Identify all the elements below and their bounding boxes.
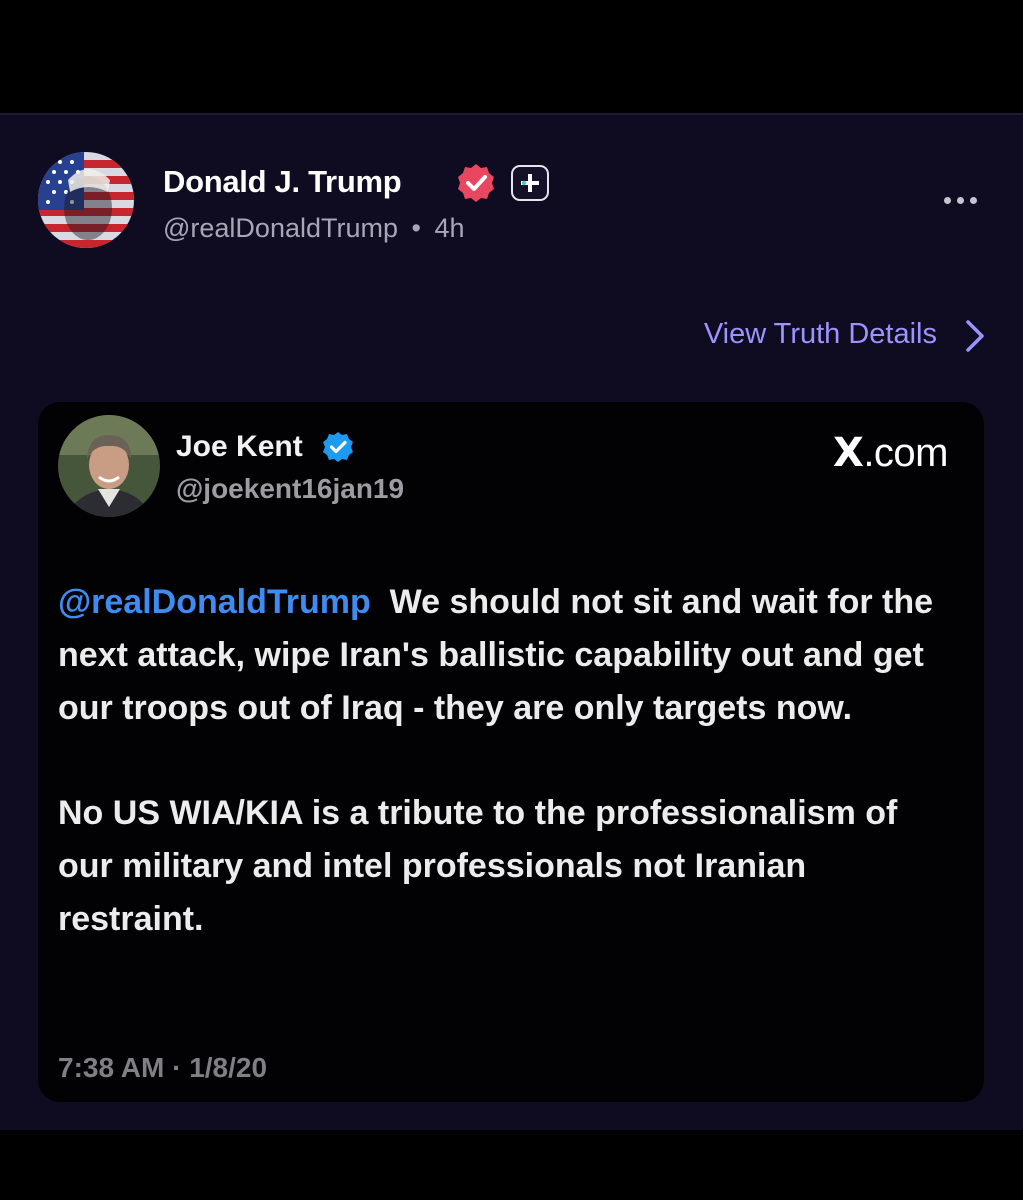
view-details-label: View Truth Details <box>703 318 937 350</box>
bottom-bar <box>0 1130 1023 1200</box>
more-dot-icon <box>970 197 977 204</box>
portrait-photo-icon <box>58 415 160 517</box>
embedded-x-post[interactable]: Joe Kent @joekent16jan19 X.com @realDona… <box>38 402 984 1102</box>
author-handle-line: @realDonaldTrump • 4h <box>163 213 465 244</box>
x-com-source-logo: X.com <box>832 430 949 476</box>
embed-paragraph: No US WIA/KIA is a tribute to the profes… <box>58 787 958 946</box>
author-handle[interactable]: @realDonaldTrump <box>163 213 398 243</box>
embed-paragraph: @realDonaldTrump We should not sit and w… <box>58 576 958 735</box>
author-avatar[interactable] <box>38 152 134 248</box>
more-options-button[interactable] <box>940 190 980 210</box>
post-time: 4h <box>434 213 465 243</box>
view-truth-details-link[interactable]: View Truth Details <box>640 314 995 360</box>
embed-author-handle: @joekent16jan19 <box>176 473 405 504</box>
source-domain: .com <box>863 431 948 475</box>
embed-author-name: Joe Kent <box>176 430 303 463</box>
more-dot-icon <box>957 197 964 204</box>
embed-author-avatar <box>58 415 160 517</box>
chevron-right-icon <box>966 320 984 352</box>
meta-separator: • <box>411 213 421 243</box>
paragraph-text: No US WIA/KIA is a tribute to the profes… <box>58 794 898 938</box>
embed-post-body: @realDonaldTrump We should not sit and w… <box>58 576 958 998</box>
more-dot-icon <box>944 197 951 204</box>
embed-timestamp: 7:38 AM · 1/8/20 <box>58 1052 268 1083</box>
x-logo-icon: X <box>832 430 864 476</box>
mention-link: @realDonaldTrump <box>58 583 371 621</box>
plus-badge-icon <box>511 165 549 201</box>
author-name[interactable]: Donald J. Trump <box>163 164 402 200</box>
verified-badge-icon <box>458 164 494 202</box>
flag-portrait-icon <box>38 152 134 248</box>
top-bar <box>0 0 1023 113</box>
blue-check-icon <box>323 432 353 462</box>
